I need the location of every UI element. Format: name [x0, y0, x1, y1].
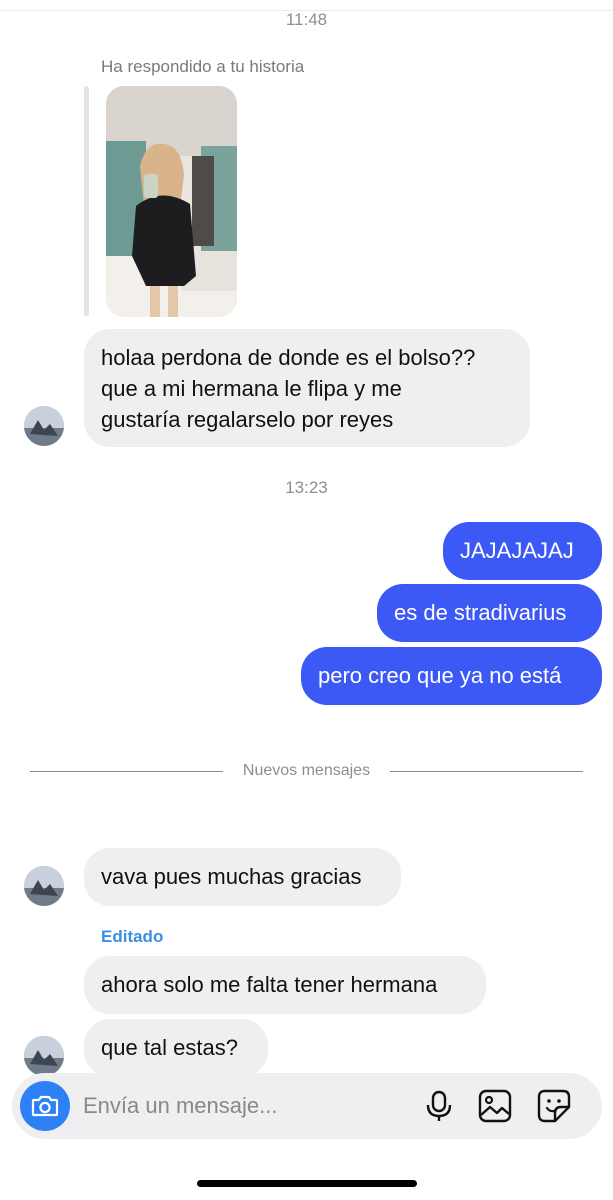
- message-text: JAJAJAJAJ: [460, 538, 574, 563]
- home-indicator: [197, 1180, 417, 1187]
- message-text: vava pues muchas gracias: [101, 864, 362, 889]
- divider-line-right: [390, 771, 583, 772]
- message-text: es de stradivarius: [394, 600, 567, 625]
- received-message-bubble[interactable]: que tal estas?: [84, 1019, 268, 1077]
- avatar[interactable]: [24, 406, 64, 446]
- sent-message-bubble[interactable]: es de stradivarius: [377, 584, 602, 642]
- message-text: que tal estas?: [101, 1035, 238, 1060]
- received-message-bubble[interactable]: holaa perdona de donde es el bolso?? que…: [84, 329, 530, 447]
- avatar-image: [24, 406, 64, 446]
- message-text: ahora solo me falta tener hermana: [101, 972, 438, 997]
- reply-indicator-bar: [84, 86, 89, 316]
- received-message-bubble[interactable]: vava pues muchas gracias: [84, 848, 401, 906]
- camera-icon: [31, 1095, 59, 1117]
- story-reply-label: Ha respondido a tu historia: [101, 57, 305, 76]
- message-composer: Envía un mensaje...: [12, 1073, 602, 1139]
- avatar[interactable]: [24, 866, 64, 906]
- timestamp: 11:48: [285, 10, 328, 29]
- message-input[interactable]: Envía un mensaje...: [83, 1093, 277, 1119]
- sent-message-bubble[interactable]: JAJAJAJAJ: [443, 522, 602, 580]
- message-text: pero creo que ya no está: [318, 663, 562, 688]
- sent-message-bubble[interactable]: pero creo que ya no está: [301, 647, 602, 705]
- sticker-icon[interactable]: [537, 1089, 571, 1123]
- received-message-bubble[interactable]: ahora solo me falta tener hermana: [84, 956, 486, 1014]
- microphone-icon[interactable]: [422, 1089, 456, 1123]
- avatar[interactable]: [24, 1036, 64, 1076]
- gallery-icon[interactable]: [478, 1089, 512, 1123]
- message-line: gustaría regalarselo por reyes: [101, 407, 394, 432]
- camera-button[interactable]: [20, 1081, 70, 1131]
- message-line: que a mi hermana le flipa y me: [101, 376, 402, 401]
- avatar-image: [24, 866, 64, 906]
- timestamp: 13:23: [285, 478, 328, 497]
- avatar-image: [24, 1036, 64, 1076]
- edited-label: Editado: [101, 927, 164, 946]
- message-line: holaa perdona de donde es el bolso??: [101, 345, 476, 370]
- story-photo: [106, 86, 237, 317]
- story-thumbnail[interactable]: [106, 86, 237, 317]
